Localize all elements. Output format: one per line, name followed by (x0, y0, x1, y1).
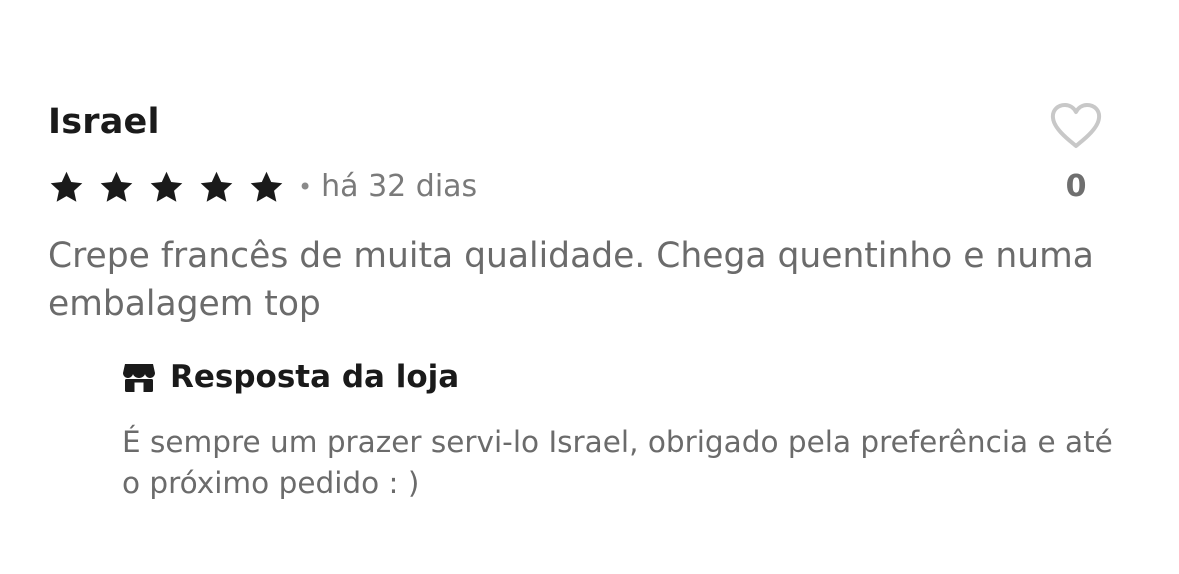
reviewer-name: Israel (48, 102, 160, 142)
store-reply: Resposta da loja É sempre um prazer serv… (122, 354, 1142, 504)
star-icon (148, 169, 185, 206)
rating-row: • há 32 dias (48, 166, 477, 208)
review-date: há 32 dias (321, 169, 478, 204)
review-card: Israel • há 32 dias 0 Crepe francês de m… (0, 0, 1179, 574)
separator-dot: • (298, 173, 313, 201)
like-button[interactable] (1046, 98, 1106, 154)
star-icon (48, 169, 85, 206)
like-count: 0 (1065, 169, 1087, 204)
star-icon (98, 169, 135, 206)
star-icon (248, 169, 285, 206)
store-reply-text: É sempre um prazer servi-lo Israel, obri… (122, 425, 1113, 500)
store-reply-header: Resposta da loja (122, 354, 1142, 400)
store-reply-title: Resposta da loja (170, 359, 460, 395)
star-icon (198, 169, 235, 206)
review-text: Crepe francês de muita qualidade. Chega … (48, 236, 1094, 324)
heart-outline-icon (1050, 103, 1102, 148)
star-rating (48, 169, 298, 206)
store-icon (122, 360, 156, 394)
